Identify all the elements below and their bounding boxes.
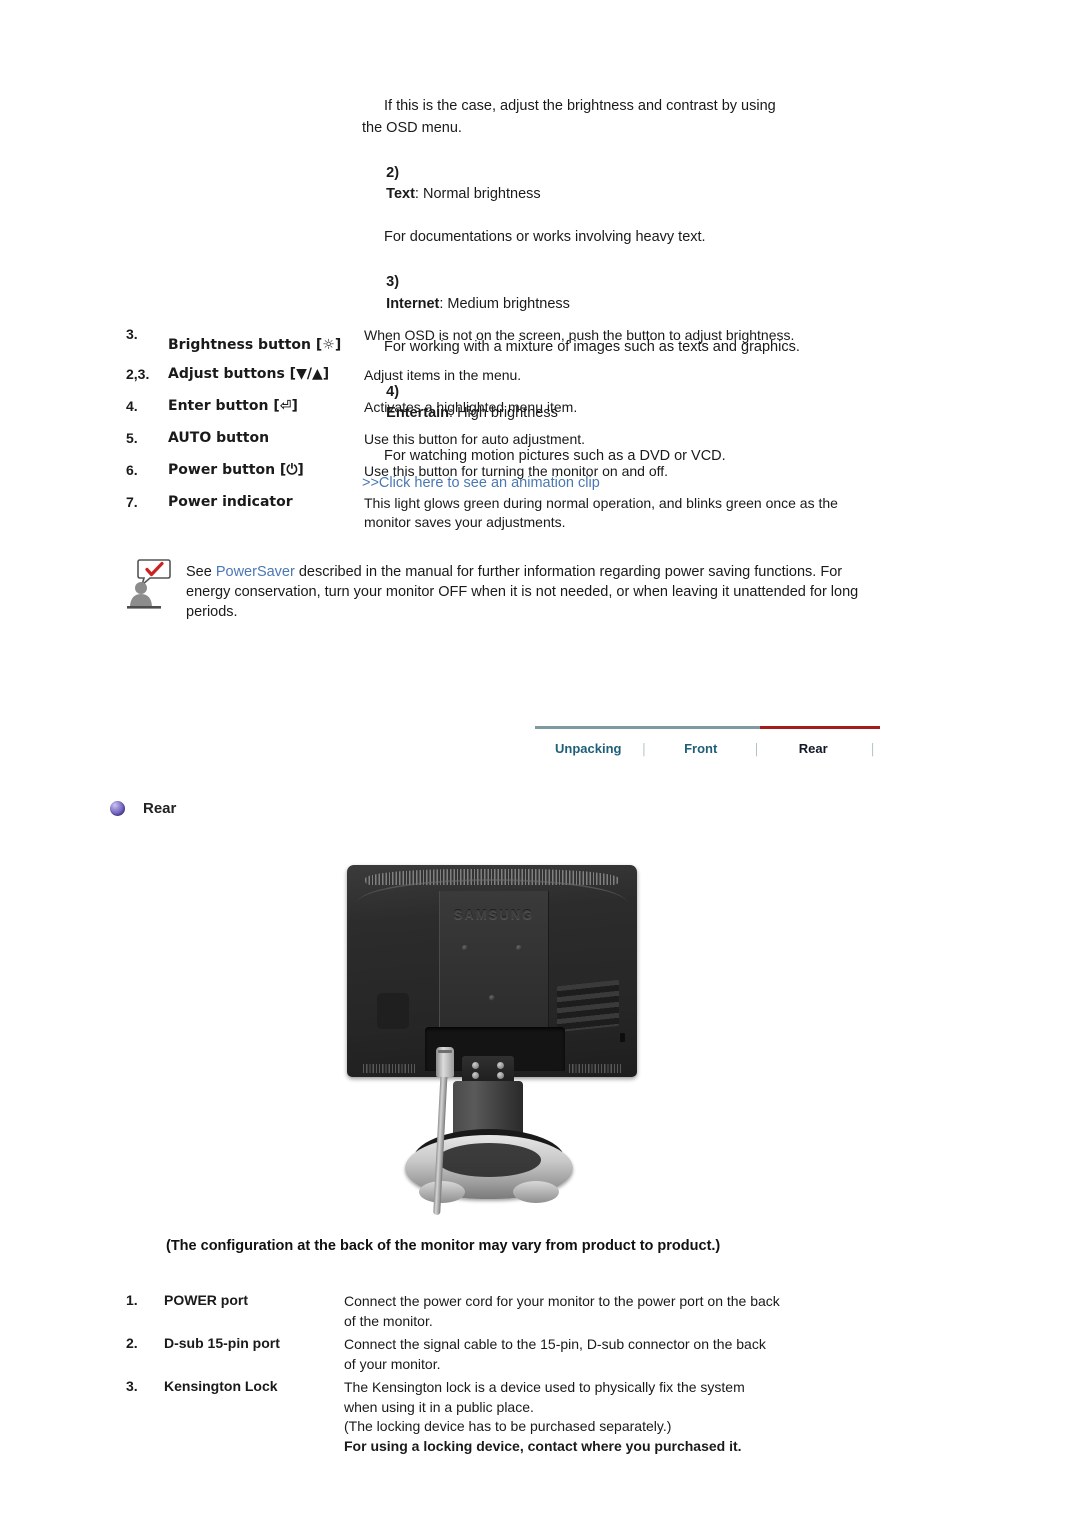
row-label: Power button [⏻] (168, 462, 304, 478)
section-title: Rear (143, 800, 177, 817)
stand-base (405, 1135, 573, 1203)
desc-line: The Kensington lock is a device used to … (344, 1379, 745, 1395)
tab-label: Unpacking (555, 741, 622, 756)
tab-unpacking[interactable]: Unpacking (535, 726, 642, 756)
vesa-screw-hole (489, 995, 495, 1001)
tab-label: Rear (798, 741, 828, 756)
row-number: 3. (126, 326, 138, 342)
table-row: 3. Brightness button [☼] When OSD is not… (126, 326, 866, 366)
row-description: The Kensington lock is a device used to … (344, 1378, 886, 1460)
configuration-vary-note: (The configuration at the back of the mo… (166, 1238, 721, 1254)
row-description: Use this button for turning the monitor … (364, 463, 669, 479)
table-row: 5. AUTO button Use this button for auto … (126, 430, 866, 462)
stand-base-lobe-right (513, 1181, 559, 1203)
table-row: 2. D-sub 15-pin port Connect the signal … (126, 1335, 886, 1378)
side-vent-grille (557, 979, 619, 1033)
note-text: See PowerSaver described in the manual f… (186, 556, 878, 622)
row-description: Connect the power cord for your monitor … (344, 1292, 886, 1335)
bottom-vent-right (569, 1064, 621, 1073)
purple-orb-bullet-icon (110, 801, 125, 816)
table-row: 1. POWER port Connect the power cord for… (126, 1292, 886, 1335)
row-number: 7. (126, 494, 138, 510)
tab-label: Front (684, 741, 718, 756)
row-label: Brightness button [☼] (168, 337, 342, 353)
monitor-body: SAMSUNG (347, 865, 637, 1077)
table-row: 2,3. Adjust buttons [▼/▲] Adjust items i… (126, 366, 866, 398)
desc-line: when using it in a public place. (344, 1398, 534, 1415)
section-tab-bar: Unpacking │ Front │ Rear │ (535, 726, 880, 756)
row-number: 2. (126, 1335, 138, 1351)
row-description: Activates a highlighted menu item. (364, 399, 578, 415)
table-row: 3. Kensington Lock The Kensington lock i… (126, 1378, 886, 1460)
left-panel-recess (377, 993, 409, 1029)
hinge-screw (497, 1072, 504, 1079)
row-description: Adjust items in the menu. (364, 367, 522, 383)
mode-number: 3) (386, 274, 400, 290)
hinge-screw (472, 1062, 479, 1069)
mode-detail: For documentations or works involving he… (384, 229, 706, 245)
row-label: AUTO button (168, 430, 270, 446)
row-number: 6. (126, 462, 138, 478)
mode-number: 2) (386, 164, 400, 181)
hinge-screw (497, 1062, 504, 1069)
row-label: Adjust buttons [▼/▲] (168, 366, 330, 382)
vesa-screw-hole (516, 945, 522, 951)
row-label: Enter button [⏎] (168, 398, 298, 414)
tab-front[interactable]: Front (647, 726, 755, 756)
desc-line-emphasis: For using a locking device, contact wher… (344, 1437, 742, 1454)
row-number: 2,3. (126, 366, 150, 382)
stand-base-inner-ring (437, 1143, 541, 1177)
row-number: 5. (126, 430, 138, 446)
row-number: 4. (126, 398, 138, 414)
tab-rear[interactable]: Rear (759, 726, 867, 756)
desc-line: Connect the signal cable to the 15-pin, … (344, 1336, 766, 1352)
monitor-rear-illustration: SAMSUNG (335, 857, 650, 1227)
desc-line: of the monitor. (344, 1312, 433, 1329)
power-cable-plug (436, 1047, 454, 1077)
table-row: 7. Power indicator This light glows gree… (126, 494, 866, 545)
row-description: Use this button for auto adjustment. (364, 431, 586, 447)
desc-line: Connect the power cord for your monitor … (344, 1293, 780, 1309)
mode-item-text: 2) Text: Normal brightness For documenta… (362, 141, 862, 249)
row-label: POWER port (164, 1292, 248, 1308)
bottom-vent-left (363, 1064, 415, 1073)
mode-value: : Normal brightness (414, 186, 541, 202)
mode-name: Internet (386, 295, 440, 312)
note-text-before: See (186, 564, 216, 580)
person-with-checkmark-speech-bubble-icon (126, 556, 172, 612)
section-heading-rear: Rear (110, 800, 176, 817)
intro-line-2: the OSD menu. (362, 119, 462, 136)
stand-base-lobe-left (419, 1181, 465, 1203)
row-number: 3. (126, 1378, 138, 1394)
row-number: 1. (126, 1292, 138, 1308)
vesa-screw-hole (462, 945, 468, 951)
tab-separator-end: │ (866, 726, 880, 756)
table-row: 4. Enter button [⏎] Activates a highligh… (126, 398, 866, 430)
powersaver-note: See PowerSaver described in the manual f… (126, 556, 878, 622)
row-description: Connect the signal cable to the 15-pin, … (344, 1335, 886, 1378)
vesa-mount-plate: SAMSUNG (439, 891, 549, 1049)
row-label: D-sub 15-pin port (164, 1335, 280, 1351)
mode-name: Text (386, 186, 415, 202)
desc-line: of your monitor. (344, 1355, 441, 1372)
desc-line: (The locking device has to be purchased … (344, 1418, 672, 1434)
controls-description-table: 3. Brightness button [☼] When OSD is not… (126, 326, 866, 545)
row-description: When OSD is not on the screen, push the … (364, 327, 795, 343)
brand-emboss: SAMSUNG (453, 907, 535, 922)
row-label: Power indicator (168, 494, 293, 510)
intro-line-1: If this is the case, adjust the brightne… (384, 98, 776, 114)
row-description: This light glows green during normal ope… (364, 495, 838, 530)
ports-description-table: 1. POWER port Connect the power cord for… (126, 1292, 886, 1460)
hinge-screw (472, 1072, 479, 1079)
table-row: 6. Power button [⏻] Use this button for … (126, 462, 866, 494)
stand-hinge-bracket (462, 1056, 514, 1084)
row-label: Kensington Lock (164, 1378, 278, 1394)
powersaver-link[interactable]: PowerSaver (216, 564, 295, 580)
kensington-lock-slot (620, 1033, 625, 1042)
mode-value: : Medium brightness (439, 295, 570, 312)
